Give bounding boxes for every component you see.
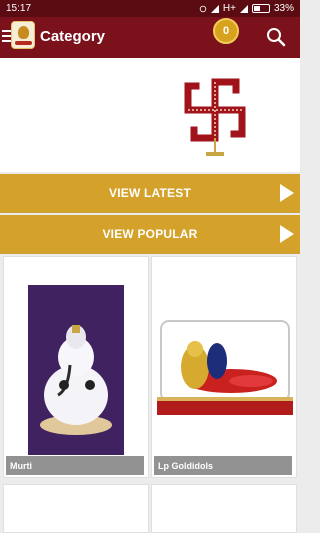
alarm-icon: [199, 5, 207, 12]
category-card[interactable]: [3, 484, 149, 533]
network-type: H+: [222, 3, 236, 14]
view-latest-button[interactable]: VIEW LATEST: [0, 174, 300, 213]
status-time: 15:17: [6, 3, 32, 14]
cart-button[interactable]: 0: [213, 18, 239, 44]
category-card-lp-goldidols[interactable]: Lp Goldidols: [151, 256, 297, 478]
status-indicators: H+ 33%: [199, 3, 294, 14]
view-popular-button[interactable]: VIEW POPULAR: [0, 215, 300, 254]
category-card-murti[interactable]: Murti: [3, 256, 149, 478]
category-card[interactable]: [151, 484, 297, 533]
lp-goldidols-image: [155, 315, 295, 419]
app-logo[interactable]: [11, 21, 35, 49]
murti-image: [28, 285, 124, 455]
view-popular-label: VIEW POPULAR: [102, 227, 198, 241]
search-icon[interactable]: [266, 27, 286, 47]
battery-icon: [251, 4, 270, 13]
signal-icon: [210, 4, 219, 13]
card-label: Murti: [6, 456, 144, 475]
cart-count: 0: [222, 25, 230, 37]
card-label: Lp Goldidols: [154, 456, 292, 475]
view-latest-label: VIEW LATEST: [109, 186, 191, 200]
swastik-image: [184, 78, 246, 156]
battery-percent: 33%: [273, 3, 294, 14]
chevron-right-icon: [280, 184, 294, 202]
page-title: Category: [40, 28, 106, 45]
signal-bars-icon: [239, 4, 248, 13]
chevron-right-icon: [280, 225, 294, 243]
app-bar: Category 0: [0, 17, 300, 58]
banner[interactable]: [0, 58, 300, 172]
status-bar: 15:17 H+ 33%: [0, 0, 300, 17]
